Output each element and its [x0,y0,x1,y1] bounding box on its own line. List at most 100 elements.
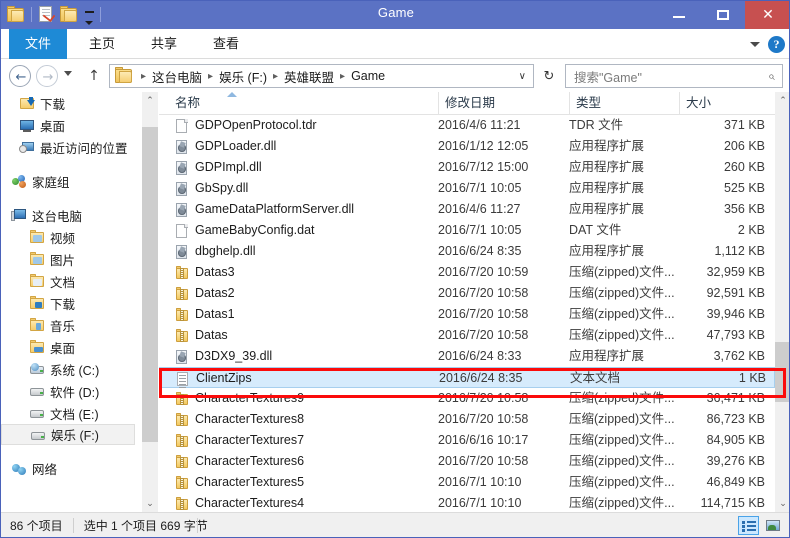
sidebar-item-videos[interactable]: 视频 [1,226,141,248]
breadcrumb-game[interactable]: Game [350,69,386,83]
sidebar-item-entertainment-f[interactable]: 娱乐 (F:) [1,424,135,445]
breadcrumb-drive-f[interactable]: 娱乐 (F:) [218,67,268,86]
chevron-down-icon[interactable] [750,41,760,47]
scroll-down-icon[interactable]: ⌄ [775,495,789,512]
file-list-pane: 名称 修改日期 类型 大小 GDPOpenProtocol.tdr 2016/4/… [159,92,775,512]
sidebar-item-downloads-quick[interactable]: 下载 [1,92,141,114]
back-button[interactable]: ← [9,65,31,87]
file-name-cell[interactable]: dbghelp.dll [175,241,437,262]
table-row[interactable]: GDPImpl.dll 2016/7/12 15:00 应用程序扩展 260 KB [159,157,775,178]
file-name-cell[interactable]: GbSpy.dll [175,178,437,199]
file-name-cell[interactable]: GameDataPlatformServer.dll [175,199,437,220]
sidebar-item-this-pc[interactable]: 这台电脑 [1,204,141,226]
minimize-button[interactable] [657,1,701,29]
file-name-cell[interactable]: ClientZips [176,368,438,389]
history-dropdown-icon[interactable] [64,71,72,76]
table-row[interactable]: GDPLoader.dll 2016/1/12 12:05 应用程序扩展 206 KB [159,136,775,157]
table-row[interactable]: GameDataPlatformServer.dll 2016/4/6 11:27… [159,199,775,220]
breadcrumb-this-pc[interactable]: 这台电脑 [151,67,203,86]
column-header-name[interactable]: 名称 [175,92,430,114]
up-button[interactable]: ↑ [83,65,105,87]
file-list-scrollbar[interactable]: ⌃ ⌄ [775,92,789,512]
address-bar[interactable]: ▸ 这台电脑 ▸ 娱乐 (F:) ▸ 英雄联盟 ▸ Game ∨ [109,64,534,88]
file-name-cell[interactable]: Datas [175,325,437,346]
file-name-cell[interactable]: Datas3 [175,262,437,283]
search-input[interactable]: 搜索"Game" [566,67,642,86]
details-view-button[interactable] [738,516,759,535]
sidebar-item-network[interactable]: 网络 [1,457,141,479]
breadcrumb-separator-0: ▸ [141,70,147,82]
table-row[interactable]: CharacterTextures7 2016/6/16 10:17 压缩(zipp… [159,430,775,451]
file-name-label: D3DX9_39.dll [195,349,273,363]
table-row[interactable]: GameBabyConfig.dat 2016/7/1 10:05 DAT 文件 2 … [159,220,775,241]
scroll-up-icon[interactable]: ⌃ [142,92,158,109]
file-name-cell[interactable]: GDPImpl.dll [175,157,437,178]
file-name-cell[interactable]: CharacterTextures8 [175,409,437,430]
refresh-button[interactable]: ↻ [537,64,561,88]
file-name-cell[interactable]: CharacterTextures4 [175,493,437,512]
scroll-down-icon[interactable]: ⌄ [142,495,158,512]
scrollbar-thumb[interactable] [775,342,789,402]
breadcrumb-lol[interactable]: 英雄联盟 [283,67,335,86]
address-dropdown-icon[interactable]: ∨ [519,71,526,82]
file-name-cell[interactable]: GameBabyConfig.dat [175,220,437,241]
table-row[interactable]: CharacterTextures4 2016/7/1 10:10 压缩(zippe… [159,493,775,512]
close-button[interactable]: ✕ [745,1,789,29]
file-size-cell: 46,849 KB [706,475,765,489]
table-row[interactable]: Datas3 2016/7/20 10:59 压缩(zipped)文件... 32,9… [159,262,775,283]
file-size-cell: 1 KB [738,371,766,385]
sidebar-item-music[interactable]: 音乐 [1,314,141,336]
tab-home[interactable]: 主页 [75,29,129,59]
sidebar-item-downloads[interactable]: 下载 [1,292,141,314]
tab-share[interactable]: 共享 [137,29,191,59]
table-row[interactable]: dbghelp.dll 2016/6/24 8:35 应用程序扩展 1,112 KB [159,241,775,262]
sidebar-item-recent-places[interactable]: 最近访问的位置 [1,136,141,158]
sidebar-item-software-d[interactable]: 软件 (D:) [1,380,141,402]
table-row[interactable]: GDPOpenProtocol.tdr 2016/4/6 11:21 TDR 文件 3… [159,115,775,136]
table-row[interactable]: D3DX9_39.dll 2016/6/24 8:33 应用程序扩展 3,762 KB [159,346,775,367]
maximize-button[interactable] [701,1,745,29]
file-size-cell: 3,762 KB [713,349,765,363]
sidebar-item-documents-e[interactable]: 文档 (E:) [1,402,141,424]
file-name-cell[interactable]: GDPOpenProtocol.tdr [175,115,437,136]
sidebar-item-desktop[interactable]: 桌面 [1,336,141,358]
file-name-cell[interactable]: Datas1 [175,304,437,325]
file-name-cell[interactable]: CharacterTextures7 [175,430,437,451]
table-row[interactable]: GbSpy.dll 2016/7/1 10:05 应用程序扩展 525 KB [159,178,775,199]
file-name-cell[interactable]: GDPLoader.dll [175,136,437,157]
sidebar-item-pictures[interactable]: 图片 [1,248,141,270]
file-type-cell: TDR 文件 [569,118,624,132]
tab-file[interactable]: 文件 [9,29,67,59]
tab-view[interactable]: 查看 [199,29,253,59]
sidebar-item-documents[interactable]: 文档 [1,270,141,292]
sidebar-label: 下载 [40,97,66,112]
help-icon[interactable]: ? [768,35,785,53]
file-size-cell: 39,946 KB [706,307,765,321]
scroll-up-icon[interactable]: ⌃ [775,92,789,109]
table-row[interactable]: Datas 2016/7/20 10:58 压缩(zipped)文件... 47,79… [159,325,775,346]
table-row[interactable]: Datas1 2016/7/20 10:58 压缩(zipped)文件... 39,9… [159,304,775,325]
file-name-cell[interactable]: Datas2 [175,283,437,304]
file-name-cell[interactable]: CharacterTextures9 [175,388,437,409]
table-row[interactable]: CharacterTextures8 2016/7/20 10:58 压缩(zipp… [159,409,775,430]
table-row[interactable]: CharacterTextures9 2016/7/20 10:58 压缩(zipp… [159,388,775,409]
scrollbar-thumb[interactable] [142,127,158,442]
file-name-cell[interactable]: D3DX9_39.dll [175,346,437,367]
column-header-size[interactable]: 大小 [679,92,767,114]
table-row[interactable]: ClientZips 2016/6/24 8:35 文本文档 1 KB [159,367,775,388]
search-box[interactable]: 搜索"Game" ⌕ [565,64,783,88]
table-row[interactable]: CharacterTextures5 2016/7/1 10:10 压缩(zippe… [159,472,775,493]
column-header-date[interactable]: 修改日期 [438,92,563,114]
sidebar-item-desktop-quick[interactable]: 桌面 [1,114,141,136]
homegroup-icon [11,173,27,189]
large-icons-view-button[interactable] [763,516,784,535]
file-name-cell[interactable]: CharacterTextures6 [175,451,437,472]
table-row[interactable]: CharacterTextures6 2016/7/20 10:58 压缩(zipp… [159,451,775,472]
sidebar-scrollbar[interactable]: ⌃ ⌄ [142,92,158,512]
forward-button[interactable]: → [36,65,58,87]
sidebar-item-homegroup[interactable]: 家庭组 [1,170,141,192]
file-name-cell[interactable]: CharacterTextures5 [175,472,437,493]
table-row[interactable]: Datas2 2016/7/20 10:58 压缩(zipped)文件... 92,5… [159,283,775,304]
column-header-type[interactable]: 类型 [569,92,674,114]
sidebar-item-system-c[interactable]: 系统 (C:) [1,358,141,380]
